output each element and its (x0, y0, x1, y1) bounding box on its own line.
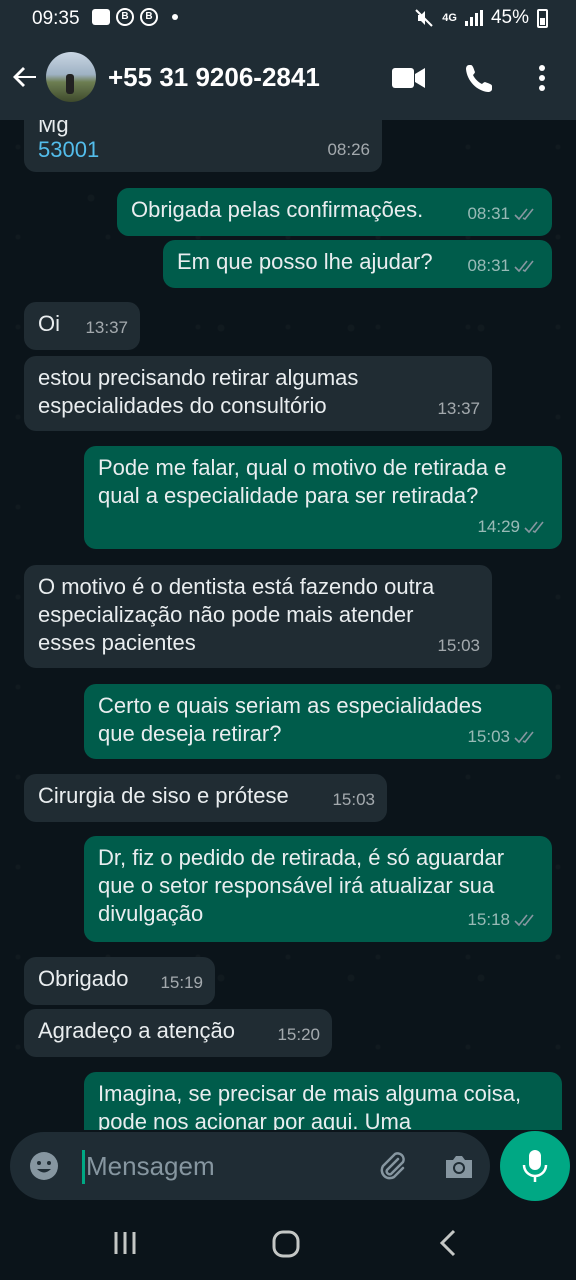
chat-header: +55 31 9206-2841 (0, 38, 576, 120)
home-icon[interactable] (270, 1228, 302, 1260)
message-bubble[interactable]: Dr, fiz o pedido de retirada, é só aguar… (84, 836, 552, 942)
message-time: 08:26 (327, 140, 370, 159)
message-text: Mg (38, 120, 69, 137)
message-bubble[interactable]: Pode me falar, qual o motivo de retirada… (84, 446, 562, 549)
gallery-notification-icon (92, 9, 110, 25)
phone-icon[interactable] (460, 60, 500, 96)
message-bubble[interactable]: Mg 53001 08:26 (24, 120, 382, 172)
signal-icon (464, 10, 483, 26)
message-time: 13:37 (437, 399, 480, 418)
status-bar: 09:35 B B 4G 45% (0, 0, 576, 38)
message-bubble[interactable]: Obrigada pelas confirmações. 08:31 (117, 188, 552, 236)
message-bubble[interactable]: Oi 13:37 (24, 302, 140, 350)
battery-percent: 45% (490, 7, 529, 28)
message-bubble[interactable]: Obrigado 15:19 (24, 957, 215, 1005)
message-time: 15:18 (467, 906, 540, 934)
battery-icon (537, 8, 548, 28)
message-time: 13:37 (85, 318, 128, 337)
avatar[interactable] (46, 52, 96, 102)
message-input[interactable]: Mensagem (86, 1151, 215, 1182)
message-composer: Mensagem (10, 1132, 490, 1200)
mute-icon (415, 9, 433, 27)
message-bubble[interactable]: Em que posso lhe ajudar? 08:31 (163, 240, 552, 288)
message-bubble[interactable]: O motivo é o dentista está fazendo outra… (24, 565, 492, 668)
message-bubble[interactable]: Imagina, se precisar de mais alguma cois… (84, 1072, 562, 1130)
mic-icon (522, 1150, 548, 1182)
video-call-icon[interactable] (388, 60, 428, 96)
read-ticks-icon (524, 521, 544, 534)
more-vertical-icon[interactable] (524, 60, 560, 96)
emoji-icon[interactable] (28, 1150, 60, 1182)
b-notification-icon: B (116, 8, 134, 26)
message-text: Pode me falar, qual o motivo de retirada… (98, 455, 507, 508)
message-text: Agradeço a atenção (38, 1018, 235, 1043)
read-ticks-icon (514, 731, 534, 744)
system-icons: 4G 45% (414, 7, 548, 29)
status-time: 09:35 (32, 8, 80, 29)
message-time: 15:03 (467, 723, 540, 751)
message-time: 15:03 (437, 636, 480, 655)
message-bubble[interactable]: estou precisando retirar algumas especia… (24, 356, 492, 431)
message-time: 15:03 (332, 790, 375, 809)
message-text: Certo e quais seriam as especialidades q… (98, 693, 482, 746)
contact-name[interactable]: +55 31 9206-2841 (108, 62, 320, 93)
more-notifications-icon (172, 14, 178, 20)
message-time: 15:20 (277, 1025, 320, 1044)
system-nav-bar (0, 1208, 576, 1280)
message-time: 14:29 (477, 513, 550, 541)
voice-message-button[interactable] (500, 1131, 570, 1201)
message-time: 08:31 (467, 200, 540, 228)
read-ticks-icon (514, 914, 534, 927)
message-text: estou precisando retirar algumas especia… (38, 365, 359, 418)
back-arrow-icon[interactable] (10, 62, 40, 92)
message-bubble[interactable]: Certo e quais seriam as especialidades q… (84, 684, 552, 759)
notification-icons: B B (92, 8, 178, 26)
message-text: Imagina, se precisar de mais alguma cois… (98, 1081, 522, 1130)
message-bubble[interactable]: Agradeço a atenção 15:20 (24, 1009, 332, 1057)
read-ticks-icon (514, 208, 534, 221)
message-list[interactable]: Mg 53001 08:26 Obrigada pelas confirmaçõ… (0, 120, 576, 1130)
text-cursor (82, 1150, 85, 1184)
attach-icon[interactable] (376, 1150, 410, 1184)
message-text: O motivo é o dentista está fazendo outra… (38, 574, 435, 655)
read-ticks-icon (514, 260, 534, 273)
message-time: 15:19 (160, 973, 203, 992)
back-icon[interactable] (434, 1228, 462, 1258)
message-text: Cirurgia de siso e prótese (38, 783, 289, 808)
b-notification-icon-2: B (140, 8, 158, 26)
message-link[interactable]: 53001 (38, 136, 368, 164)
message-time: 08:31 (467, 252, 540, 280)
recents-icon[interactable] (110, 1228, 140, 1258)
message-bubble[interactable]: Cirurgia de siso e prótese 15:03 (24, 774, 387, 822)
network-type: 4G (442, 11, 457, 24)
camera-icon[interactable] (442, 1150, 476, 1184)
